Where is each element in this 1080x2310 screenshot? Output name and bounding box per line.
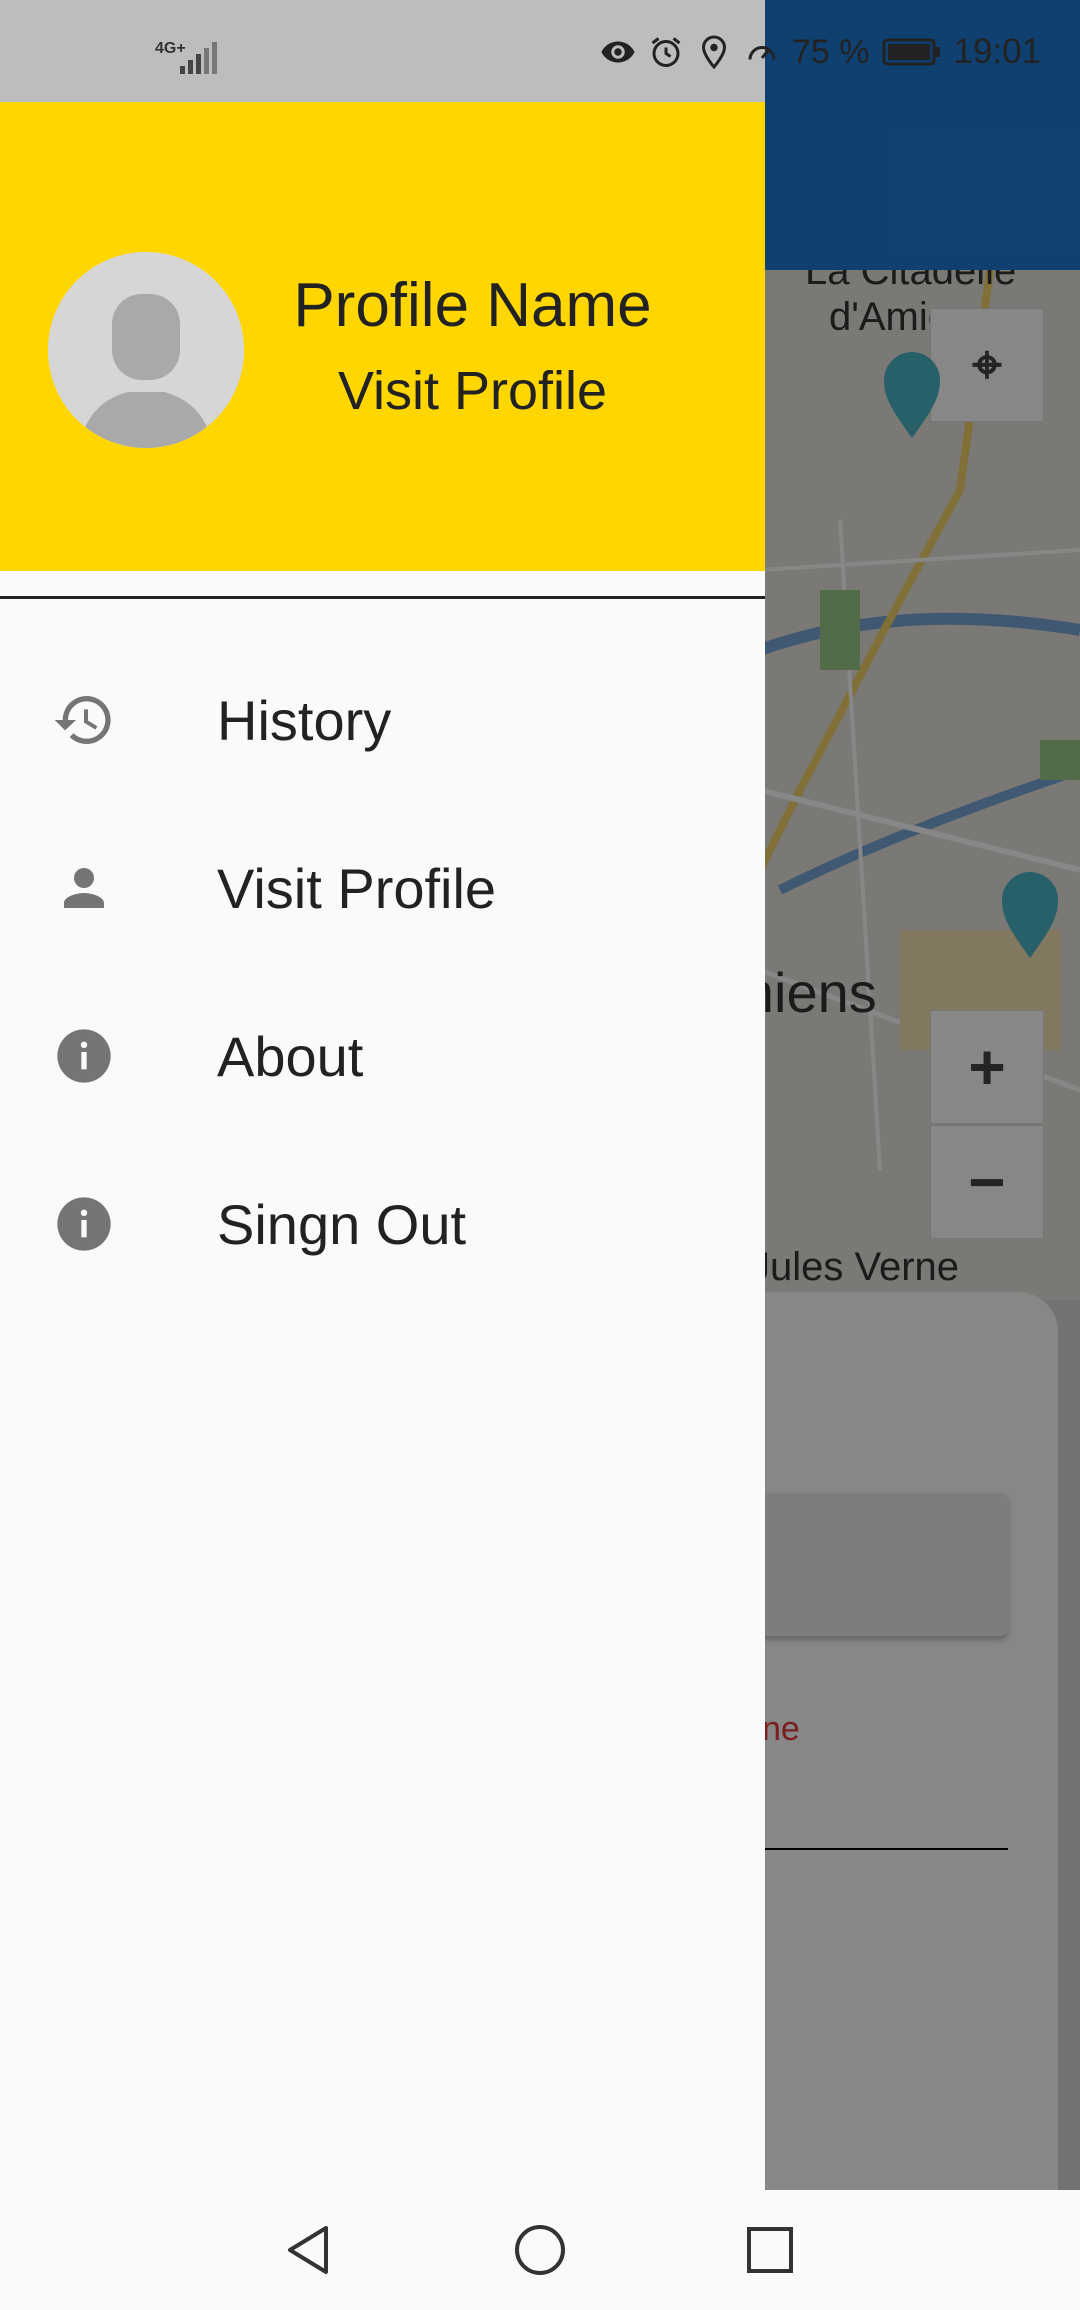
drawer-header: Profile Name Visit Profile bbox=[0, 102, 765, 571]
menu-label-about: About bbox=[217, 1024, 364, 1088]
visit-profile-link[interactable]: Visit Profile bbox=[270, 360, 675, 422]
status-time: 19:01 bbox=[953, 32, 1042, 71]
status-icons: 75 % 19:01 bbox=[600, 32, 1041, 72]
info-icon bbox=[50, 1190, 118, 1258]
header-divider bbox=[0, 596, 765, 599]
alarm-icon bbox=[651, 37, 681, 67]
recents-icon bbox=[747, 2227, 793, 2273]
navigation-drawer: Profile Name Visit Profile History Visit… bbox=[0, 0, 765, 2190]
home-icon bbox=[515, 2225, 565, 2275]
home-button[interactable] bbox=[508, 2218, 572, 2282]
back-icon bbox=[288, 2226, 328, 2274]
menu-label-sign-out: Singn Out bbox=[217, 1192, 467, 1256]
menu-label-history: History bbox=[217, 688, 392, 752]
battery-icon bbox=[882, 38, 940, 66]
location-icon bbox=[701, 35, 727, 70]
profile-name: Profile Name bbox=[293, 271, 652, 340]
signal-icon bbox=[180, 42, 217, 74]
menu-label-visit-profile: Visit Profile bbox=[217, 856, 497, 920]
system-nav-bar bbox=[0, 2190, 1080, 2310]
person-icon bbox=[50, 854, 118, 922]
info-icon bbox=[50, 1022, 118, 1090]
avatar[interactable] bbox=[48, 252, 244, 448]
person-placeholder-icon bbox=[48, 252, 244, 448]
recents-button[interactable] bbox=[738, 2218, 802, 2282]
back-button[interactable] bbox=[276, 2218, 340, 2282]
speedometer-icon bbox=[748, 46, 776, 60]
eye-icon bbox=[601, 41, 635, 63]
history-icon bbox=[50, 686, 118, 754]
menu-item-history[interactable]: History bbox=[0, 645, 765, 795]
menu-item-sign-out[interactable]: Singn Out bbox=[0, 1149, 765, 1299]
status-bar: 4G+ 75 % 19:01 bbox=[0, 0, 1080, 102]
menu-item-about[interactable]: About bbox=[0, 981, 765, 1131]
menu-item-visit-profile[interactable]: Visit Profile bbox=[0, 813, 765, 963]
battery-percent: 75 % bbox=[792, 32, 870, 71]
